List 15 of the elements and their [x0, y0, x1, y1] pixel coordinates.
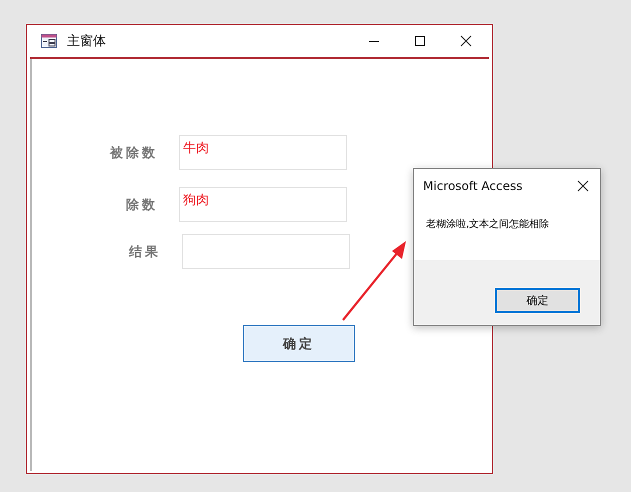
form-icon — [41, 34, 57, 48]
input-field[interactable]: 牛肉 — [179, 135, 347, 170]
confirm-button[interactable]: 确定 — [243, 325, 355, 362]
field-label: 结果 — [128, 244, 161, 260]
field-label: 被除数 — [108, 144, 158, 162]
window-title: 主窗体 — [67, 33, 106, 50]
input-field[interactable] — [182, 234, 350, 269]
dialog-title: Microsoft Access — [423, 179, 523, 193]
ok-button[interactable]: 确定 — [495, 288, 580, 313]
input-field[interactable]: 狗肉 — [179, 187, 347, 222]
dialog-message: 老糊涂啦,文本之间怎能相除 — [425, 218, 550, 232]
close-icon — [460, 35, 472, 47]
close-icon — [577, 180, 589, 192]
field-label: 除数 — [125, 196, 158, 214]
maximize-icon — [414, 35, 426, 47]
